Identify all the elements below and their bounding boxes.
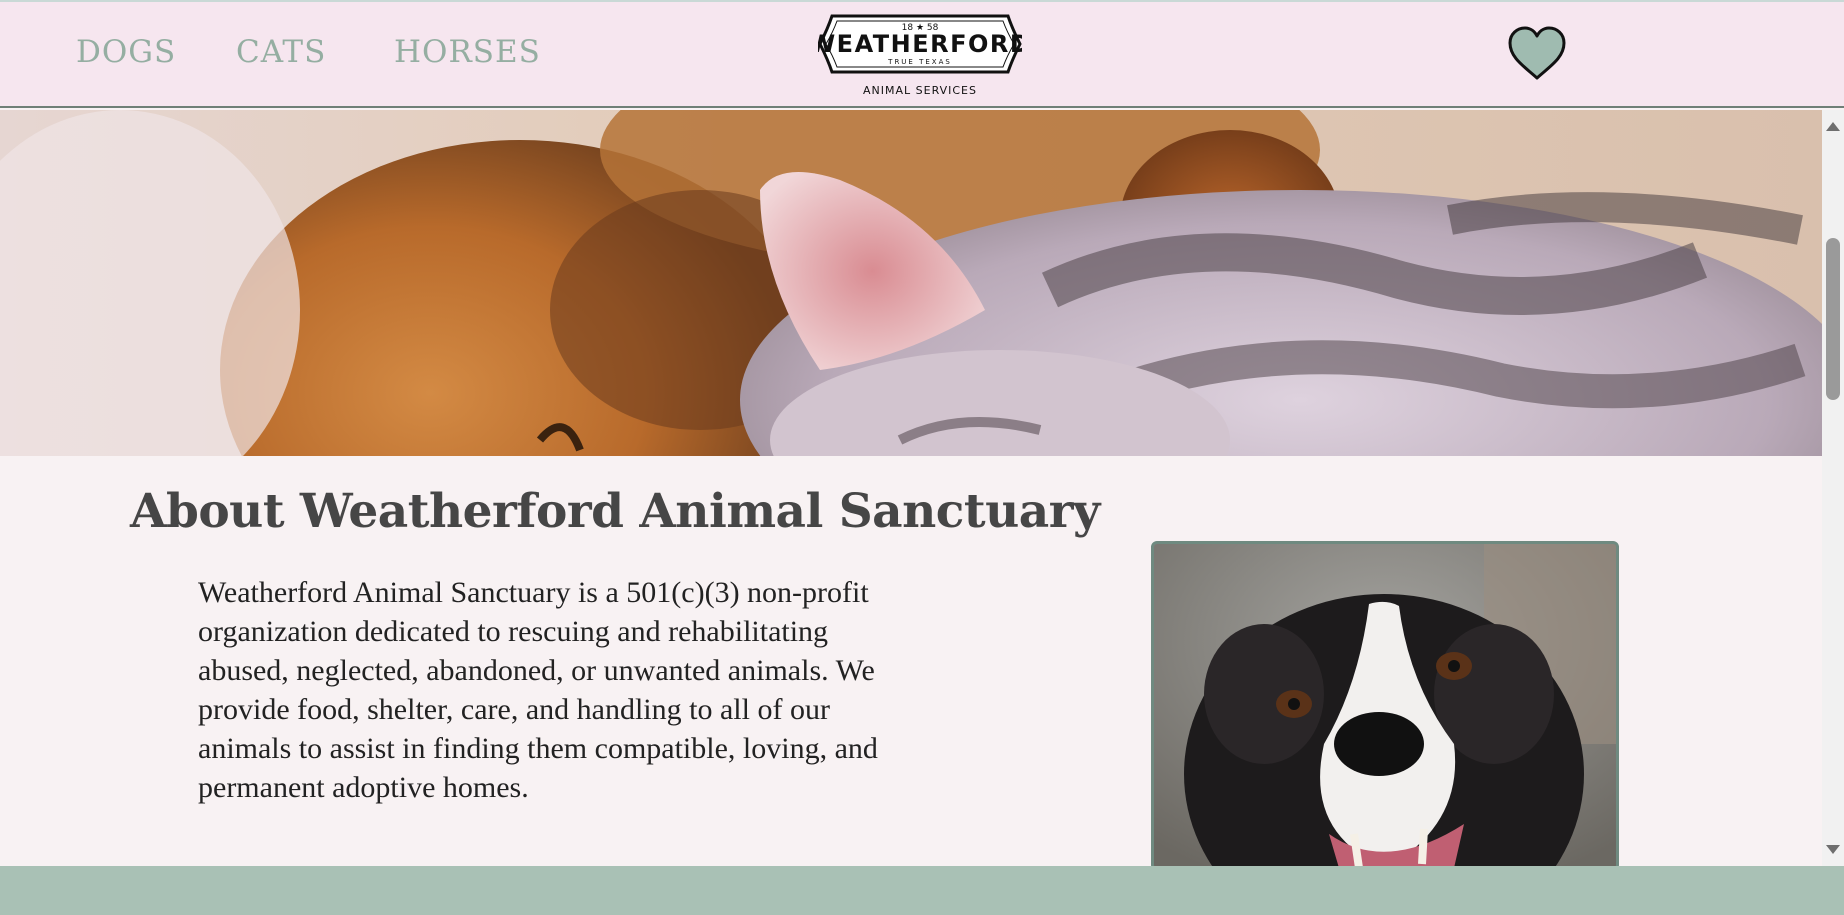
site-header: DOGS CATS HORSES 18 ★ 58 WEATHERFORD TRU… bbox=[0, 0, 1844, 108]
footer-bar bbox=[0, 866, 1844, 915]
nav-dogs-link[interactable]: DOGS bbox=[76, 34, 176, 70]
about-description: Weatherford Animal Sanctuary is a 501(c)… bbox=[198, 576, 878, 804]
scroll-thumb[interactable] bbox=[1826, 238, 1840, 400]
svg-text:ANIMAL SERVICES: ANIMAL SERVICES bbox=[863, 84, 977, 97]
svg-text:WEATHERFORD: WEATHERFORD bbox=[818, 30, 1022, 58]
hero-banner-image bbox=[0, 110, 1822, 456]
nav-cats-link[interactable]: CATS bbox=[236, 34, 326, 70]
svg-text:TRUE TEXAS: TRUE TEXAS bbox=[887, 58, 952, 66]
favorites-heart-button[interactable] bbox=[1507, 26, 1567, 82]
about-heading: About Weatherford Animal Sanctuary bbox=[130, 484, 1100, 539]
heart-icon bbox=[1508, 26, 1566, 80]
scroll-up-arrow-icon[interactable] bbox=[1826, 122, 1840, 131]
page-scrollbar[interactable] bbox=[1822, 110, 1844, 866]
scroll-down-arrow-icon[interactable] bbox=[1826, 845, 1840, 854]
nav-horses-link[interactable]: HORSES bbox=[394, 34, 541, 70]
weatherford-logo[interactable]: 18 ★ 58 WEATHERFORD TRUE TEXAS ANIMAL SE… bbox=[809, 8, 1030, 102]
dog-photo bbox=[1151, 541, 1619, 871]
